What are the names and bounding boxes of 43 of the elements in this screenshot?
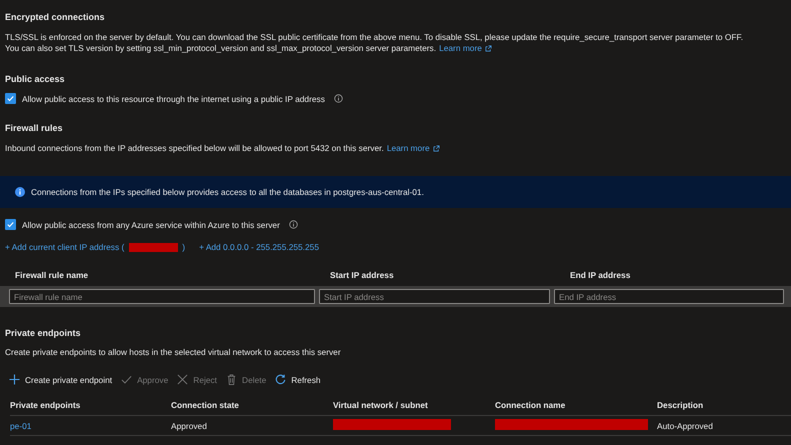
external-link-icon xyxy=(432,145,440,152)
section-heading: Private endpoints xyxy=(5,328,81,338)
column-header: End IP address xyxy=(570,270,632,280)
column-header: Connection state xyxy=(171,400,240,410)
description-text: You can also set TLS version by setting ssl_min_protocol_version and ssl_max_protocol_version server parameters. xyxy=(5,43,436,54)
column-header: Virtual network / subnet xyxy=(333,400,429,410)
toolbar-button[interactable]: Refresh xyxy=(275,374,321,385)
column-header: Connection name xyxy=(495,400,566,410)
column-header: Description xyxy=(657,400,704,410)
external-link-icon xyxy=(484,45,492,52)
input-field[interactable]: Start IP address xyxy=(319,289,550,304)
info-icon xyxy=(288,220,298,229)
column-header: Private endpoints xyxy=(10,400,82,410)
info-icon xyxy=(15,187,25,197)
info-text: Connections from the IPs specified below provides access to all the databases in postgres-aus-central-01. xyxy=(31,187,424,197)
table-cell: Approved xyxy=(171,420,207,430)
refresh-icon xyxy=(275,374,286,385)
checkbox-label: Allow public access to this resource through the internet using a public IP address xyxy=(22,94,325,104)
checkbox[interactable] xyxy=(5,93,16,104)
column-header: Firewall rule name xyxy=(15,270,90,280)
checkbox-label: Allow public access from any Azure service within Azure to this server xyxy=(22,220,280,230)
table-cell: Auto-Approved xyxy=(657,420,713,430)
trash-icon xyxy=(226,374,238,385)
learn-more-link[interactable]: Learn more xyxy=(386,143,430,154)
input-field[interactable]: Firewall rule name xyxy=(9,289,315,304)
description-text: Create private endpoints to allow hosts in the selected virtual network to access this server xyxy=(5,347,341,358)
add-all-ips-link[interactable]: + Add 0.0.0.0 - 255.255.255.255 xyxy=(199,242,319,252)
info-icon xyxy=(334,94,343,103)
plus-icon xyxy=(9,374,20,385)
column-header: Start IP address xyxy=(330,270,395,280)
add-client-ip-link[interactable]: + Add current client IP address ( ) xyxy=(5,242,186,252)
endpoint-link[interactable]: pe-01 xyxy=(10,420,32,430)
checkbox[interactable] xyxy=(5,219,16,230)
toolbar-button[interactable]: Create private endpoint xyxy=(9,374,112,385)
checkmark-icon xyxy=(121,374,132,385)
section-heading: Public access xyxy=(5,74,65,84)
section-heading: Encrypted connections xyxy=(5,12,105,22)
input-field[interactable]: End IP address xyxy=(554,289,784,304)
description-text: Inbound connections from the IP addresses specified below will be allowed to port 5432 on this server. xyxy=(5,143,384,154)
learn-more-link[interactable]: Learn more xyxy=(439,43,482,54)
section-heading: Firewall rules xyxy=(5,123,63,133)
close-icon xyxy=(177,374,188,385)
description-text: TLS/SSL is enforced on the server by default. You can download the SSL public certificate from the above menu. To disable SSL, please update the require_secure_transport server parameter to OFF. xyxy=(5,32,744,43)
